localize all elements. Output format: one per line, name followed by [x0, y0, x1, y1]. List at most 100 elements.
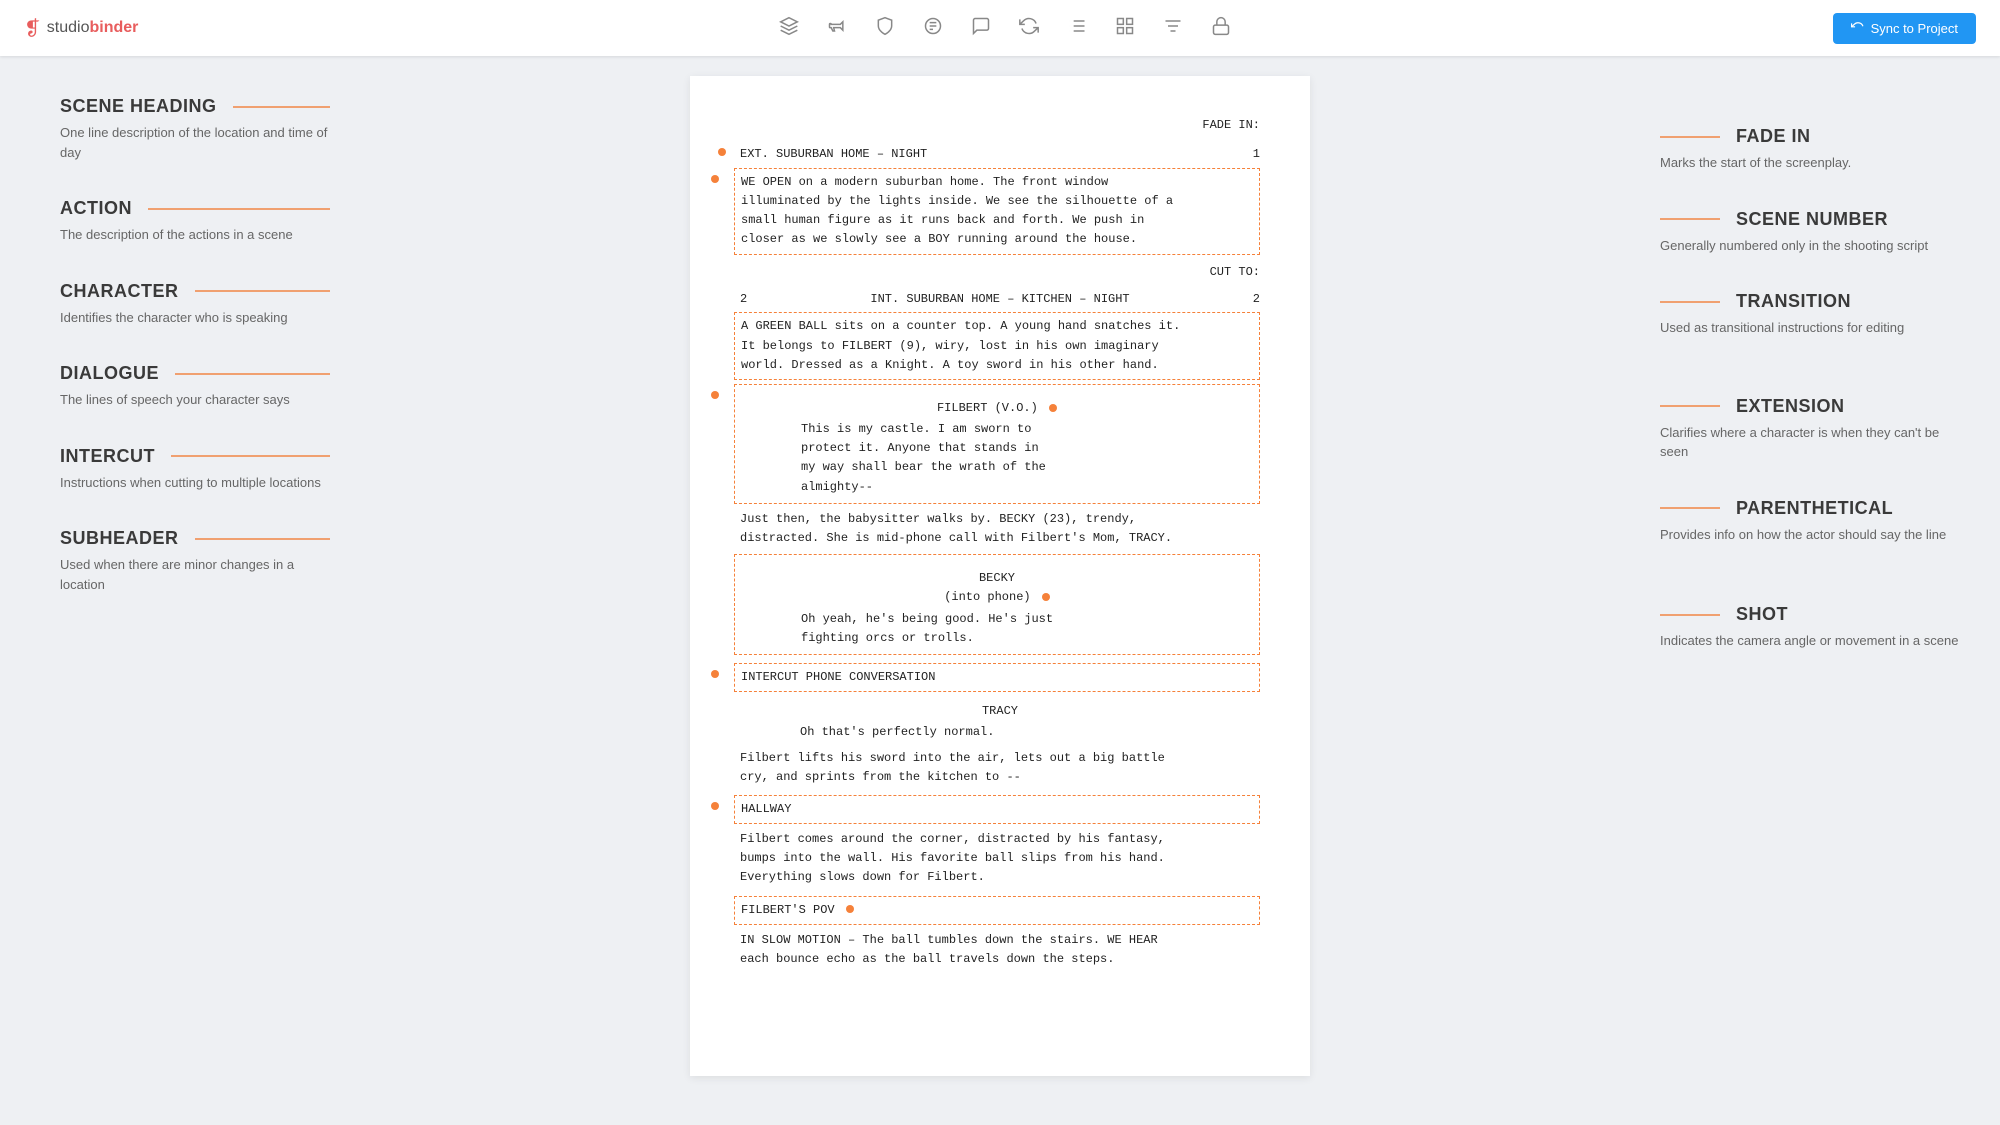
transition-text: CUT TO:: [1210, 265, 1260, 279]
logo-text: studiobinder: [47, 19, 139, 37]
sort-icon[interactable]: [1163, 16, 1183, 41]
becky-dialogue-box: BECKY (into phone) Oh yeah, he's being g…: [734, 554, 1260, 655]
scene2-heading-text: INT. SUBURBAN HOME – KITCHEN – NIGHT: [870, 290, 1129, 309]
becky-text: BECKY: [979, 571, 1015, 585]
script-scene2-heading: 2 INT. SUBURBAN HOME – KITCHEN – NIGHT 2: [740, 290, 1260, 309]
sidebar-item-action: ACTION The description of the actions in…: [60, 198, 330, 245]
fade-in-text: FADE IN:: [1202, 118, 1260, 132]
shot-right-title: SHOT: [1660, 604, 1970, 625]
extension-right-desc: Clarifies where a character is when they…: [1660, 423, 1970, 462]
hallway-action: Filbert comes around the corner, distrac…: [740, 830, 1260, 888]
scene2-action-box: A GREEN BALL sits on a counter top. A yo…: [734, 312, 1260, 380]
script-transition: CUT TO:: [740, 263, 1260, 282]
tracy-scene: TRACY Oh that's perfectly normal.: [740, 702, 1260, 742]
scenes-icon[interactable]: [779, 16, 799, 41]
scene2-action-text: A GREEN BALL sits on a counter top. A yo…: [741, 319, 1180, 371]
extension-right-title: EXTENSION: [1660, 396, 1970, 417]
sidebar-item-subheader: SUBHEADER Used when there are minor chan…: [60, 528, 330, 594]
right-item-transition: TRANSITION Used as transitional instruct…: [1660, 291, 1970, 338]
comment-icon[interactable]: [971, 16, 991, 41]
right-item-fade-in: FADE IN Marks the start of the screenpla…: [1660, 126, 1970, 173]
logo-binder: binder: [89, 19, 138, 36]
scene1-action-text: WE OPEN on a modern suburban home. The f…: [741, 175, 1173, 247]
dot-scene1-heading: [718, 148, 726, 156]
list-icon[interactable]: [1067, 16, 1087, 41]
character-desc: Identifies the character who is speaking: [60, 308, 330, 328]
filbert-dialogue-text: This is my castle. I am sworn to protect…: [801, 422, 1046, 494]
scene2-number-left: 2: [740, 290, 747, 309]
scene-number-right-desc: Generally numbered only in the shooting …: [1660, 236, 1970, 256]
transition-right-title: TRANSITION: [1660, 291, 1970, 312]
dialogue-title: DIALOGUE: [60, 363, 330, 384]
sync-to-project-button[interactable]: Sync to Project: [1833, 13, 1976, 44]
parenthetical-right-desc: Provides info on how the actor should sa…: [1660, 525, 1970, 545]
scene2-number-right: 2: [1253, 290, 1260, 309]
sidebar-item-intercut: INTERCUT Instructions when cutting to mu…: [60, 446, 330, 493]
character1-text: FILBERT (V.O.): [937, 401, 1038, 415]
parenthetical-right-title: PARENTHETICAL: [1660, 498, 1970, 519]
sidebar-item-character: CHARACTER Identifies the character who i…: [60, 281, 330, 328]
character1-name: FILBERT (V.O.): [741, 399, 1253, 418]
dot-subheader: [711, 802, 719, 810]
tracy-dialogue: Oh that's perfectly normal.: [800, 723, 1200, 742]
logo: ❡ studiobinder: [24, 16, 138, 41]
script-scene1-heading: EXT. SUBURBAN HOME – NIGHT 1: [740, 145, 1260, 164]
left-sidebar: SCENE HEADING One line description of th…: [0, 56, 360, 1125]
main-area: SCENE HEADING One line description of th…: [0, 56, 2000, 1125]
tracy-name: TRACY: [740, 702, 1260, 721]
right-sidebar: FADE IN Marks the start of the screenpla…: [1640, 56, 2000, 1125]
sidebar-item-dialogue: DIALOGUE The lines of speech your charac…: [60, 363, 330, 410]
dot-character1: [711, 391, 719, 399]
logo-icon: ❡: [24, 16, 41, 41]
megaphone-icon[interactable]: [827, 16, 847, 41]
intercut-desc: Instructions when cutting to multiple lo…: [60, 473, 330, 493]
lock-icon[interactable]: [1211, 16, 1231, 41]
becky-dialogue-text: Oh yeah, he's being good. He's just figh…: [801, 612, 1053, 645]
scene-heading-title: SCENE HEADING: [60, 96, 330, 117]
sidebar-item-scene-heading: SCENE HEADING One line description of th…: [60, 96, 330, 162]
dot-parenthetical: [1042, 593, 1050, 601]
scene-heading-desc: One line description of the location and…: [60, 123, 330, 162]
top-navigation: ❡ studiobinder: [0, 0, 2000, 56]
subheader-box: HALLWAY: [734, 795, 1260, 824]
dialogue-desc: The lines of speech your character says: [60, 390, 330, 410]
scene1-action-box: WE OPEN on a modern suburban home. The f…: [734, 168, 1260, 255]
logo-studio: studio: [47, 19, 90, 36]
transition-right-desc: Used as transitional instructions for ed…: [1660, 318, 1970, 338]
character2-name: BECKY: [741, 569, 1253, 588]
tracy-text: TRACY: [982, 704, 1018, 718]
scene2-action2: Just then, the babysitter walks by. BECK…: [740, 510, 1260, 548]
final-action: IN SLOW MOTION – The ball tumbles down t…: [740, 931, 1260, 969]
dot-shot: [846, 905, 854, 913]
scene-number-right-title: SCENE NUMBER: [1660, 209, 1970, 230]
dot-ext: [1049, 404, 1057, 412]
character-title: CHARACTER: [60, 281, 330, 302]
subheader-title: SUBHEADER: [60, 528, 330, 549]
intercut-title: INTERCUT: [60, 446, 330, 467]
becky-dialogue: Oh yeah, he's being good. He's just figh…: [801, 610, 1193, 648]
right-item-extension: EXTENSION Clarifies where a character is…: [1660, 396, 1970, 462]
parenthetical-line: (into phone): [741, 588, 1253, 607]
intercut-box: INTERCUT PHONE CONVERSATION: [734, 663, 1260, 692]
dot-scene1-action: [711, 175, 719, 183]
scene1-number: 1: [1253, 145, 1260, 164]
filbert-dialogue: This is my castle. I am sworn to protect…: [801, 420, 1193, 497]
nav-icons: [178, 16, 1832, 41]
bubble-icon[interactable]: [923, 16, 943, 41]
shot-box: FILBERT'S POV: [734, 896, 1260, 925]
board-icon[interactable]: [1115, 16, 1135, 41]
fade-in-right-title: FADE IN: [1660, 126, 1970, 147]
scene3-action: Filbert lifts his sword into the air, le…: [740, 749, 1260, 787]
subheader-text: HALLWAY: [741, 802, 791, 816]
filbert-vo-box: FILBERT (V.O.) This is my castle. I am s…: [734, 384, 1260, 504]
sync-icon[interactable]: [1019, 16, 1039, 41]
scene3-action-text: Filbert lifts his sword into the air, le…: [740, 751, 1165, 784]
right-item-shot: SHOT Indicates the camera angle or movem…: [1660, 604, 1970, 651]
shield-icon[interactable]: [875, 16, 895, 41]
scene2-action2-text: Just then, the babysitter walks by. BECK…: [740, 512, 1172, 545]
shot-right-desc: Indicates the camera angle or movement i…: [1660, 631, 1970, 651]
subheader-desc: Used when there are minor changes in a l…: [60, 555, 330, 594]
parenthetical-text: (into phone): [944, 590, 1030, 604]
script-area: FADE IN: EXT. SUBURBAN HOME – NIGHT 1 WE…: [360, 56, 1640, 1125]
sync-button-icon: [1851, 21, 1865, 35]
